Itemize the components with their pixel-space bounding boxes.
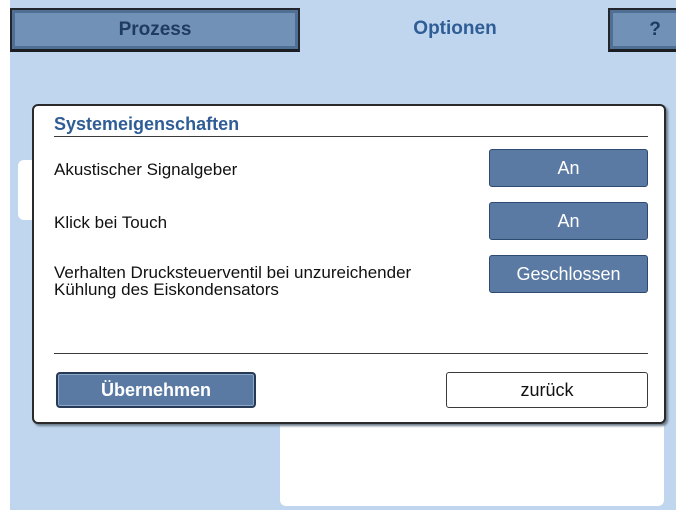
row-label-signal-buzzer: Akustischer Signalgeber	[54, 160, 238, 179]
tab-prozess[interactable]: Prozess	[10, 8, 300, 52]
dialog-title: Systemeigenschaften	[54, 114, 240, 134]
footer-divider	[54, 353, 648, 354]
row-label-touch-click: Klick bei Touch	[54, 213, 168, 232]
tab-optionen-label: Optionen	[413, 18, 497, 39]
back-button[interactable]: zurück	[446, 372, 648, 408]
tab-help-face	[613, 13, 676, 46]
pressure-valve-select[interactable]: Geschlossen	[489, 255, 648, 293]
tab-optionen[interactable]: Optionen	[310, 4, 600, 54]
title-divider	[54, 136, 648, 137]
apply-button[interactable]: Übernehmen	[56, 372, 256, 408]
signal-buzzer-toggle[interactable]: An	[489, 149, 648, 187]
tab-help[interactable]: ?	[608, 8, 676, 52]
row-label-pressure-valve: Verhalten Drucksteuerventil bei unzureic…	[54, 263, 412, 299]
tab-help-label: ?	[649, 18, 661, 40]
system-properties-dialog: Systemeigenschaften Akustischer Signalge…	[32, 104, 666, 424]
touch-click-toggle[interactable]: An	[489, 202, 648, 240]
tab-prozess-label: Prozess	[118, 18, 192, 40]
